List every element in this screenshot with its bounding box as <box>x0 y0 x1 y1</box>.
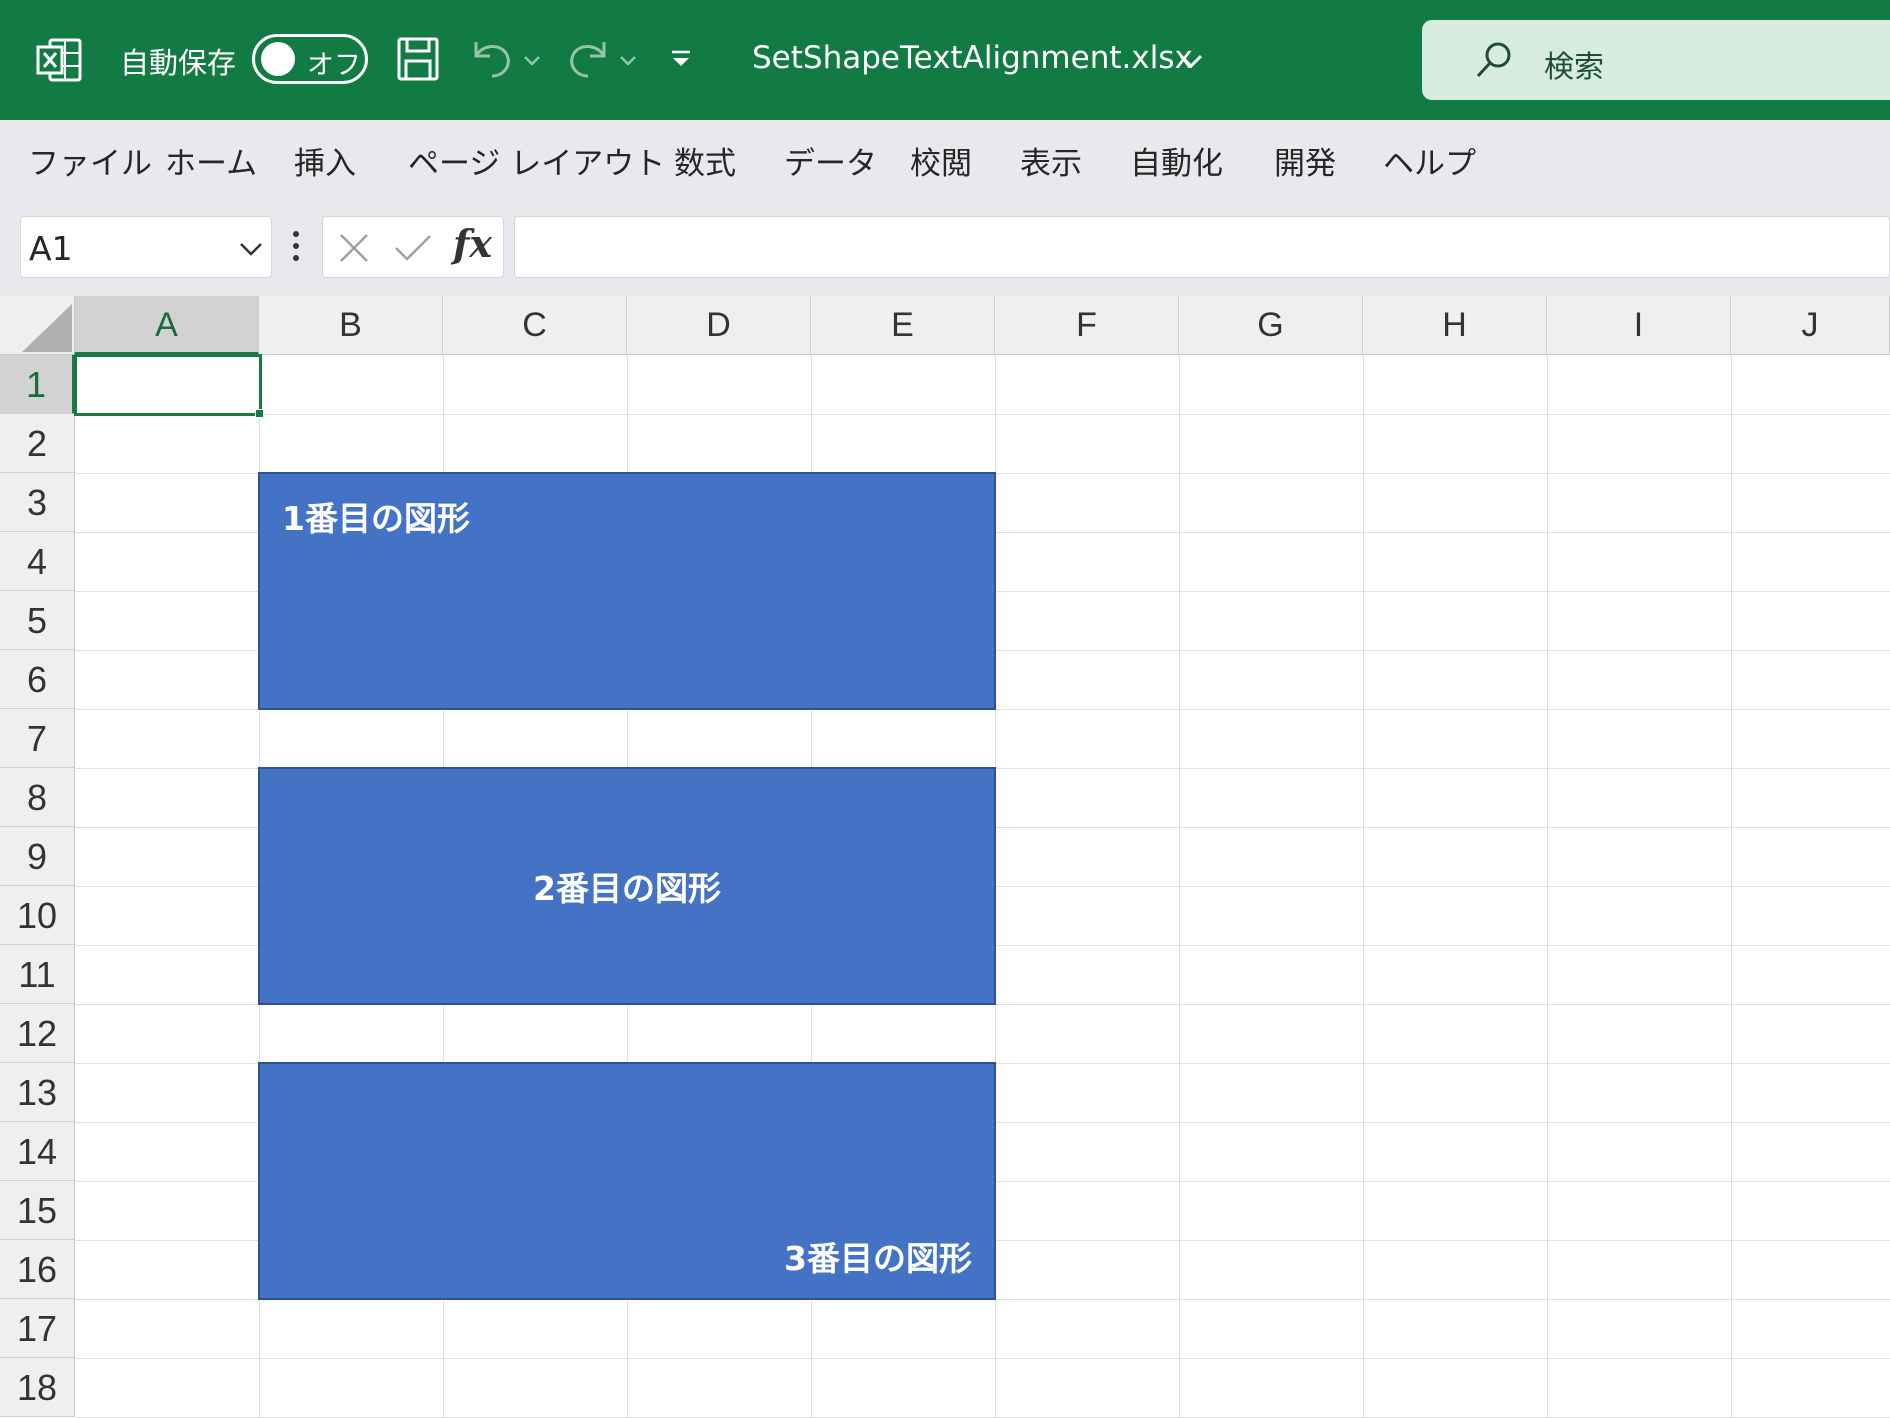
row-header-5[interactable]: 5 <box>0 591 75 650</box>
autosave-state: オフ <box>307 50 361 81</box>
enter-check-icon[interactable] <box>393 231 433 265</box>
tab-view[interactable]: 表示 <box>1020 138 1082 183</box>
tab-formulas[interactable]: 数式 <box>674 138 736 183</box>
undo-icon[interactable] <box>468 36 516 82</box>
row-header-7[interactable]: 7 <box>0 709 75 768</box>
column-header-i[interactable]: I <box>1547 296 1731 355</box>
title-bar: 自動保存 オフ SetShapeTextAlignment.xlsx 検索 <box>0 0 1890 120</box>
tab-developer[interactable]: 開発 <box>1274 138 1336 183</box>
gridline <box>75 414 1890 415</box>
insert-function-icon[interactable]: fx <box>453 221 492 266</box>
select-all-triangle <box>22 304 72 352</box>
formula-buttons: fx <box>322 216 504 278</box>
column-header-j[interactable]: J <box>1731 296 1890 355</box>
cancel-icon[interactable] <box>337 231 371 265</box>
row-header-8[interactable]: 8 <box>0 768 75 827</box>
formula-input[interactable] <box>514 216 1890 278</box>
name-box-value: A1 <box>29 229 73 268</box>
redo-dropdown-icon[interactable] <box>618 50 638 70</box>
row-header-15[interactable]: 15 <box>0 1181 75 1240</box>
search-icon <box>1474 40 1514 80</box>
save-icon[interactable] <box>396 36 440 82</box>
shape-3[interactable]: 3番目の図形 <box>258 1062 996 1300</box>
tab-data[interactable]: データ <box>784 138 877 183</box>
undo-dropdown-icon[interactable] <box>522 50 542 70</box>
chevron-down-icon[interactable] <box>237 237 265 261</box>
column-header-a[interactable]: A <box>75 296 259 355</box>
redo-icon[interactable] <box>564 36 612 82</box>
row-header-3[interactable]: 3 <box>0 473 75 532</box>
row-header-13[interactable]: 13 <box>0 1063 75 1122</box>
column-header-b[interactable]: B <box>259 296 443 355</box>
row-header-17[interactable]: 17 <box>0 1299 75 1358</box>
column-header-d[interactable]: D <box>627 296 811 355</box>
search-placeholder: 検索 <box>1544 50 1604 85</box>
toggle-knob <box>261 42 295 76</box>
gridline <box>75 1358 1890 1359</box>
file-title[interactable]: SetShapeTextAlignment.xlsx <box>752 40 1193 76</box>
row-header-9[interactable]: 9 <box>0 827 75 886</box>
fill-handle[interactable] <box>255 409 264 418</box>
column-header-g[interactable]: G <box>1179 296 1363 355</box>
column-header-h[interactable]: H <box>1363 296 1547 355</box>
column-header-c[interactable]: C <box>443 296 627 355</box>
tab-page-layout[interactable]: ページ レイアウト <box>408 138 665 183</box>
row-header-10[interactable]: 10 <box>0 886 75 945</box>
column-header-f[interactable]: F <box>995 296 1179 355</box>
customize-qat-icon[interactable] <box>668 46 694 72</box>
row-header-1[interactable]: 1 <box>0 355 75 414</box>
row-header-12[interactable]: 12 <box>0 1004 75 1063</box>
shape-2-text: 2番目の図形 <box>533 869 721 908</box>
shape-1-text: 1番目の図形 <box>282 499 470 538</box>
tab-insert[interactable]: 挿入 <box>294 138 356 183</box>
shape-3-text: 3番目の図形 <box>784 1239 972 1278</box>
tab-file[interactable]: ファイル <box>28 138 152 183</box>
autosave-toggle[interactable]: オフ <box>252 34 368 84</box>
spreadsheet-grid[interactable]: A B C D E F G H I J 1 2 3 4 5 6 7 8 9 10… <box>0 296 1890 1418</box>
excel-logo-icon[interactable] <box>36 36 84 84</box>
row-header-11[interactable]: 11 <box>0 945 75 1004</box>
more-options-icon[interactable] <box>290 226 302 266</box>
select-all-button[interactable] <box>0 296 75 355</box>
row-header-18[interactable]: 18 <box>0 1358 75 1417</box>
row-header-4[interactable]: 4 <box>0 532 75 591</box>
autosave-label: 自動保存 <box>120 46 237 80</box>
tab-automate[interactable]: 自動化 <box>1130 138 1223 183</box>
row-header-6[interactable]: 6 <box>0 650 75 709</box>
column-header-e[interactable]: E <box>811 296 995 355</box>
active-cell-a1[interactable] <box>74 354 262 416</box>
name-box[interactable]: A1 <box>20 216 272 278</box>
chevron-down-icon[interactable] <box>1178 50 1204 72</box>
row-header-14[interactable]: 14 <box>0 1122 75 1181</box>
tab-review[interactable]: 校閲 <box>910 138 972 183</box>
shape-2[interactable]: 2番目の図形 <box>258 767 996 1005</box>
tab-home[interactable]: ホーム <box>165 138 257 183</box>
search-box[interactable]: 検索 <box>1422 20 1890 100</box>
row-header-16[interactable]: 16 <box>0 1240 75 1299</box>
shape-1[interactable]: 1番目の図形 <box>258 472 996 710</box>
row-header-2[interactable]: 2 <box>0 414 75 473</box>
tab-help[interactable]: ヘルプ <box>1383 138 1476 183</box>
